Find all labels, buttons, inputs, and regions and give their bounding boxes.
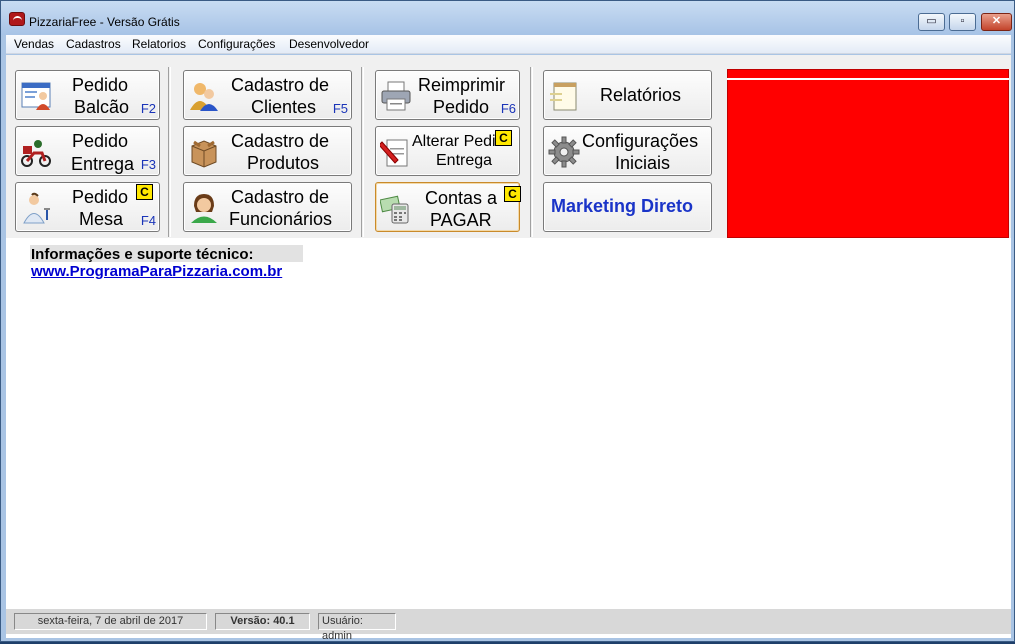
menu-cadastros[interactable]: Cadastros [66, 37, 121, 51]
menu-configuracoes[interactable]: Configurações [198, 37, 275, 51]
support-website-link[interactable]: www.ProgramaParaPizzaria.com.br [31, 263, 282, 280]
button-toolbar: Pedido Balcão F2 Pedido Entrega F3 Pedid… [6, 55, 1011, 238]
pedido-balcao-line1: Pedido [72, 75, 129, 95]
cadastro-produtos-line2: Produtos [247, 153, 320, 173]
status-user: Usuário: admin [318, 613, 396, 642]
configuracoes-line2: Iniciais [615, 153, 671, 173]
pedido-mesa-badge: C [136, 184, 153, 200]
form-user-icon [21, 82, 51, 110]
contas-pagar-button[interactable]: Contas a PAGAR C [375, 182, 521, 232]
cadastro-clientes-line2: Clientes [251, 97, 317, 117]
pedido-entrega-line1: Pedido [72, 131, 129, 151]
pizza-app-icon [9, 12, 25, 26]
close-button[interactable]: ✕ [981, 13, 1012, 31]
alterar-pedido-line2: Entrega [436, 152, 493, 169]
support-info-title: Informações e suporte técnico: [31, 246, 254, 263]
alterar-pedido-entrega-button[interactable]: Alterar Pedi Entrega C [375, 126, 520, 176]
pedido-mesa-line2: Mesa [79, 209, 124, 229]
menu-desenvolvedor[interactable]: Desenvolvedor [289, 37, 369, 51]
contas-pagar-line1: Contas a [425, 188, 498, 208]
app-window: PizzariaFree - Versão Grátis ▭ ▫ ✕ Venda… [0, 0, 1015, 642]
pedido-balcao-button[interactable]: Pedido Balcão F2 [15, 70, 160, 120]
cadastro-produtos-button[interactable]: Cadastro de Produtos [183, 126, 352, 176]
menu-bar: Vendas Cadastros Relatorios Configuraçõe… [6, 35, 1011, 54]
menu-vendas[interactable]: Vendas [14, 37, 54, 51]
reimprimir-pedido-line2: Pedido [433, 97, 490, 117]
title-bar[interactable]: PizzariaFree - Versão Grátis ▭ ▫ ✕ [1, 1, 1014, 35]
relatorios-label: Relatórios [600, 85, 682, 105]
users-icon [190, 83, 218, 111]
pedido-entrega-line2: Entrega [71, 154, 135, 174]
alterar-pedido-line1: Alterar Pedi [412, 133, 496, 150]
marketing-direto-button[interactable]: Marketing Direto [543, 182, 712, 232]
contas-pagar-line2: PAGAR [430, 210, 492, 230]
configuracoes-iniciais-button[interactable]: Configurações Iniciais [543, 126, 712, 176]
pedido-balcao-line2: Balcão [74, 97, 130, 117]
calculator-money-icon [380, 195, 409, 224]
report-icon [550, 82, 577, 111]
cadastro-clientes-line1: Cadastro de [231, 75, 330, 95]
pedido-mesa-shortcut: F4 [140, 213, 156, 228]
minimize-button[interactable]: ▭ [918, 13, 945, 31]
pedido-balcao-shortcut: F2 [140, 101, 156, 116]
window-title: PizzariaFree - Versão Grátis [29, 15, 180, 29]
printer-icon [381, 81, 411, 111]
cadastro-funcionarios-line2: Funcionários [229, 209, 333, 229]
toolbar-separator [530, 67, 533, 237]
gear-icon [548, 136, 580, 168]
edit-document-icon [380, 139, 408, 167]
maximize-button[interactable]: ▫ [949, 13, 976, 31]
cadastro-produtos-line1: Cadastro de [231, 131, 330, 151]
menu-relatorios[interactable]: Relatorios [132, 37, 186, 51]
pedido-entrega-button[interactable]: Pedido Entrega F3 [15, 126, 160, 176]
relatorios-button[interactable]: Relatórios [543, 70, 712, 120]
configuracoes-line1: Configurações [582, 131, 699, 151]
delivery-motorcycle-icon [21, 140, 51, 167]
cadastro-funcionarios-line1: Cadastro de [231, 187, 330, 207]
status-bar: sexta-feira, 7 de abril de 2017 Versão: … [6, 609, 1011, 642]
box-icon [191, 140, 217, 168]
pedido-entrega-shortcut: F3 [140, 157, 156, 172]
contas-pagar-badge: C [504, 186, 521, 202]
toolbar-separator [361, 67, 364, 237]
toolbar-separator [168, 67, 171, 237]
alterar-pedido-badge: C [495, 130, 512, 146]
main-area: Pedido Balcão F2 Pedido Entrega F3 Pedid… [6, 55, 1011, 638]
status-date: sexta-feira, 7 de abril de 2017 [14, 613, 207, 630]
reimprimir-pedido-button[interactable]: Reimprimir Pedido F6 [375, 70, 520, 120]
employee-icon [191, 194, 217, 223]
reimprimir-pedido-line1: Reimprimir [418, 75, 505, 95]
pedido-mesa-button[interactable]: Pedido Mesa F4 C [15, 182, 160, 232]
cadastro-clientes-shortcut: F5 [332, 101, 348, 116]
reimprimir-pedido-shortcut: F6 [500, 101, 516, 116]
marketing-direto-label: Marketing Direto [551, 196, 694, 216]
pedido-mesa-line1: Pedido [72, 187, 129, 207]
cadastro-funcionarios-button[interactable]: Cadastro de Funcionários [183, 182, 352, 232]
waiter-icon [23, 192, 50, 224]
cadastro-clientes-button[interactable]: Cadastro de Clientes F5 [183, 70, 352, 120]
status-version: Versão: 40.1 [215, 613, 310, 630]
red-banner-panel [727, 69, 1009, 238]
